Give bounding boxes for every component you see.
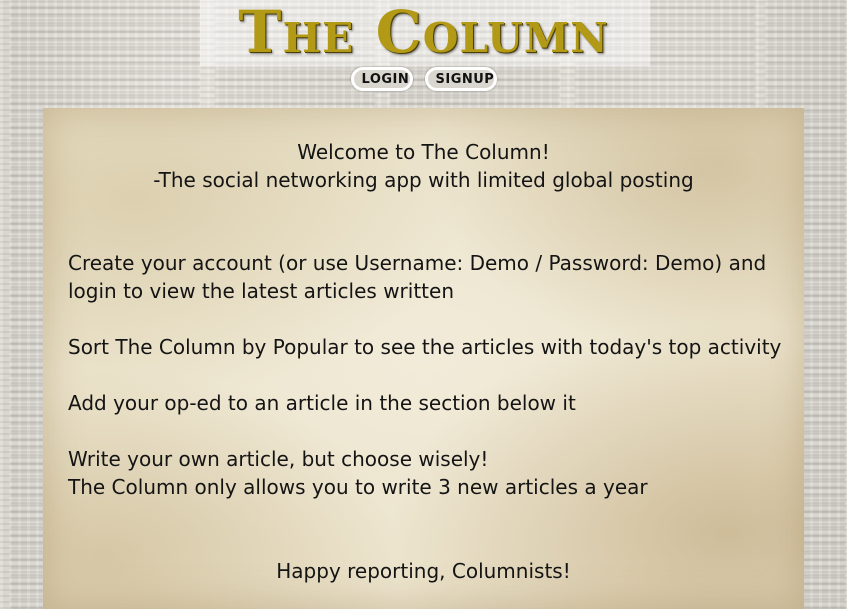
instruction-item: Sort The Column by Popular to see the ar… (68, 335, 782, 359)
welcome-title: Welcome to The Column! (297, 140, 550, 164)
instruction-item: Add your op-ed to an article in the sect… (68, 391, 576, 415)
login-button[interactable]: LOGIN (350, 67, 413, 91)
welcome-heading: Welcome to The Column! -The social netwo… (43, 138, 804, 194)
instruction-item: The Column only allows you to write 3 ne… (68, 475, 648, 499)
instruction-item: Write your own article, but choose wisel… (68, 447, 489, 471)
site-header: The Column LOGIN SIGNUP (0, 0, 847, 108)
signup-button[interactable]: SIGNUP (424, 67, 497, 91)
welcome-tagline: -The social networking app with limited … (153, 168, 694, 192)
welcome-panel: Welcome to The Column! -The social netwo… (43, 108, 804, 609)
signoff-text: Happy reporting, Columnists! (276, 559, 571, 583)
instruction-item: Create your account (or use Username: De… (68, 251, 767, 303)
auth-buttons: LOGIN SIGNUP (0, 67, 847, 91)
instructions-list: Create your account (or use Username: De… (68, 249, 788, 529)
site-logo[interactable]: The Column (0, 2, 847, 62)
